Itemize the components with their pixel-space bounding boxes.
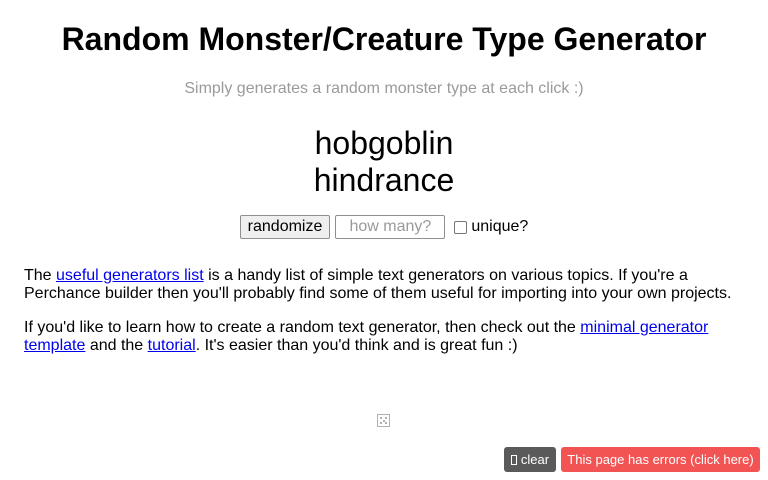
page: Random Monster/Creature Type Generator S… <box>0 0 768 480</box>
page-errors-button[interactable]: This page has errors (click here) <box>561 447 760 472</box>
generator-output: hobgoblin hindrance <box>0 125 768 199</box>
unique-checkbox[interactable] <box>454 220 468 234</box>
tutorial-link[interactable]: tutorial <box>148 337 196 354</box>
info-paragraph-2: If you'd like to learn how to create a r… <box>24 319 744 355</box>
useful-generators-link[interactable]: useful generators list <box>56 267 204 284</box>
page-subtitle: Simply generates a random monster type a… <box>184 80 584 97</box>
how-many-input[interactable] <box>335 215 446 239</box>
info-1-prefix: The <box>24 267 57 284</box>
output-line-1: hobgoblin <box>314 125 454 161</box>
info-paragraph-1: The useful generators list is a handy li… <box>24 267 744 303</box>
clear-label: clear <box>520 452 550 467</box>
unique-label: unique? <box>471 218 529 235</box>
page-title: Random Monster/Creature Type Generator <box>61 21 707 57</box>
info-2-prefix: If you'd like to learn how to create a r… <box>24 319 581 336</box>
output-line-2: hindrance <box>313 162 455 198</box>
randomize-button[interactable]: randomize <box>239 215 331 239</box>
dice-icon[interactable] <box>377 414 390 427</box>
trash-icon <box>510 454 517 465</box>
unique-option[interactable]: unique? <box>454 218 528 236</box>
info-2-suffix: . It's easier than you'd think and is gr… <box>195 337 518 354</box>
info-2-middle: and the <box>85 337 148 354</box>
controls-bar: randomize unique? <box>0 215 768 239</box>
clear-button[interactable]: clear <box>504 447 556 472</box>
